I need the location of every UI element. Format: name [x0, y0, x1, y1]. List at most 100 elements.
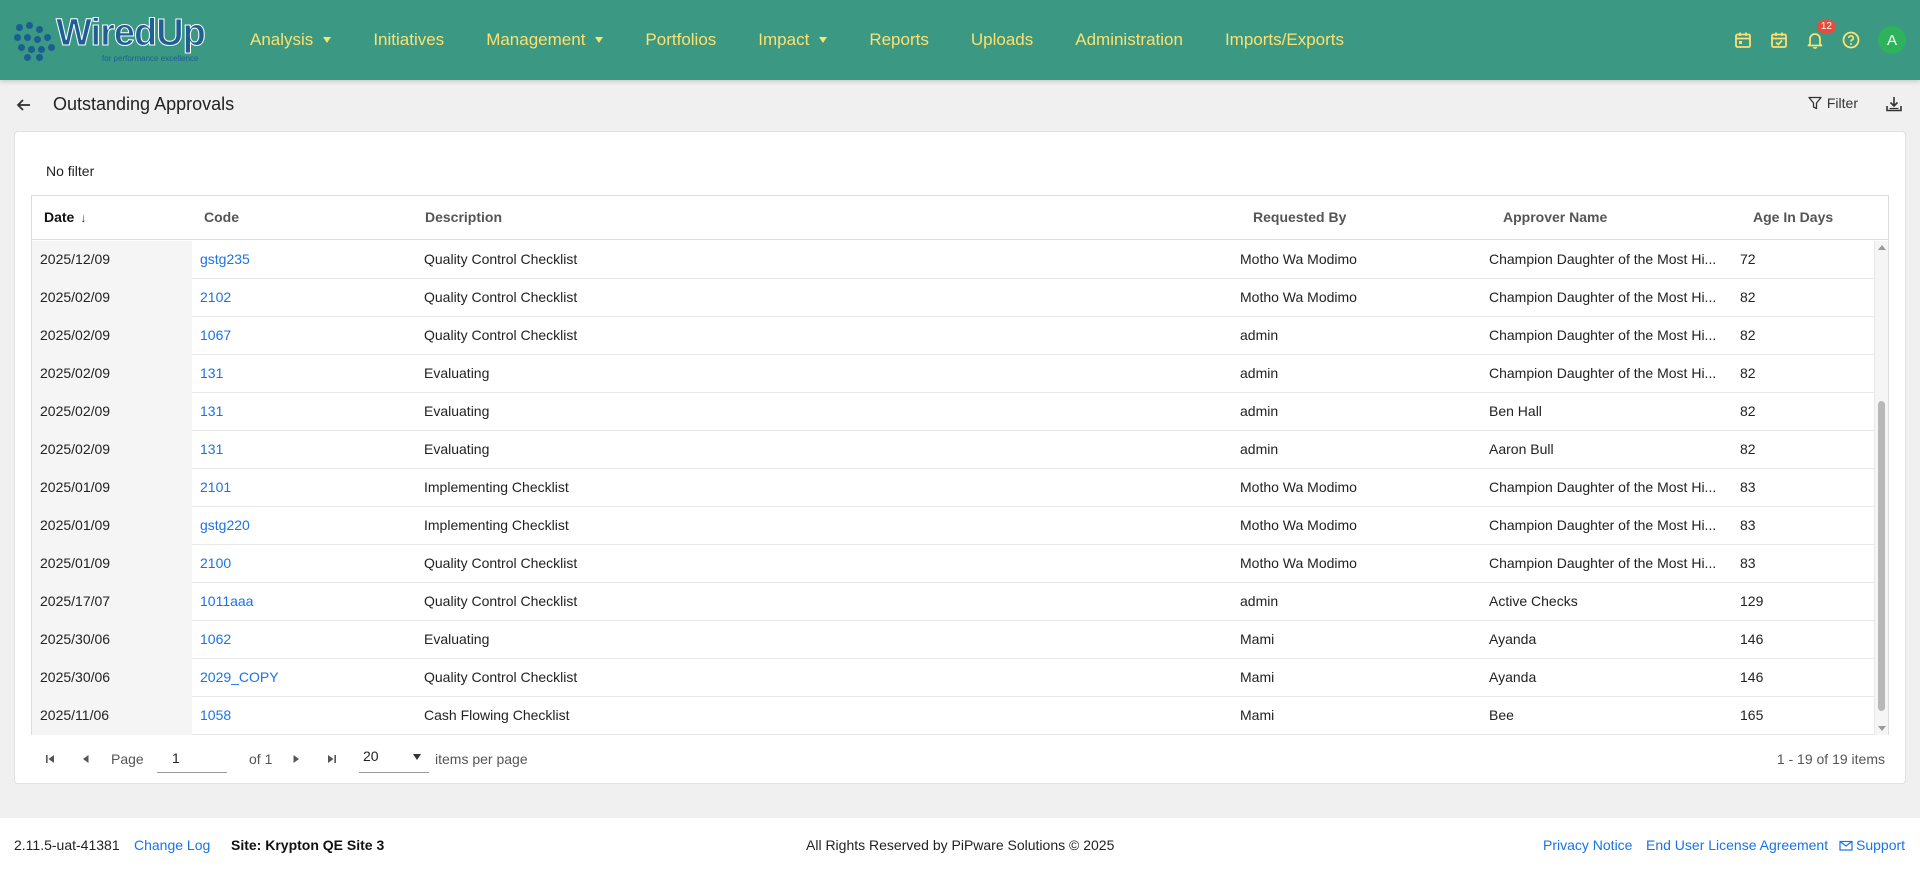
code-link[interactable]: 131 — [200, 393, 400, 431]
table-row[interactable]: 2025/17/07 1011aaa Quality Control Checkli… — [32, 583, 1874, 621]
code-link[interactable]: 2101 — [200, 469, 400, 507]
app-logo[interactable]: WiredUp for performance excellence — [12, 12, 217, 66]
column-header-requested-by[interactable]: Requested By — [1253, 209, 1346, 225]
date-cell: 2025/01/09 — [32, 507, 192, 545]
calendar-check-icon[interactable] — [1768, 29, 1790, 51]
table-row[interactable]: 2025/02/09 131 Evaluating admin Ben Hall 82 — [32, 393, 1874, 431]
grid-pager: Page of 1 20 items per page 1 - 19 of 19… — [31, 735, 1889, 785]
help-icon[interactable] — [1840, 29, 1862, 51]
filter-status-text: No filter — [46, 163, 95, 179]
app-version: 2.11.5-uat-41381 — [14, 837, 120, 853]
support-link-label: Support — [1856, 837, 1906, 853]
column-header-code[interactable]: Code — [204, 209, 239, 225]
caret-down-icon — [413, 754, 421, 760]
table-row[interactable]: 2025/30/06 2029_COPY Quality Control Check… — [32, 659, 1874, 697]
approver-name-cell: Champion Daughter of the Most Hi... — [1489, 365, 1717, 381]
table-row[interactable]: 2025/30/06 1062 Evaluating Mami Ayanda 146 — [32, 621, 1874, 659]
filter-button[interactable]: Filter — [1807, 95, 1858, 111]
column-header-date[interactable]: Date ↓ — [44, 209, 86, 225]
column-header-approver-name[interactable]: Approver Name — [1503, 209, 1607, 225]
last-page-icon[interactable] — [325, 752, 339, 766]
table-row[interactable]: 2025/01/09 gstg220 Implementing Checklist M… — [32, 507, 1874, 545]
scroll-down-arrow-icon[interactable] — [1878, 726, 1886, 731]
approvals-grid: Date ↓ Code Description Requested By Appr… — [31, 195, 1889, 735]
table-row[interactable]: 2025/02/09 131 Evaluating admin Aaron Bull 82 — [32, 431, 1874, 469]
logo-text: WiredUp — [56, 12, 207, 55]
page-number-input[interactable] — [157, 743, 227, 773]
table-row[interactable]: 2025/11/06 1058 Cash Flowing Checklist Mami… — [32, 697, 1874, 735]
date-cell: 2025/02/09 — [32, 317, 192, 355]
grid-vertical-scrollbar[interactable] — [1874, 241, 1888, 735]
nav-item-uploads[interactable]: Uploads — [971, 30, 1033, 50]
previous-page-icon[interactable] — [79, 752, 93, 766]
requested-by-cell: Motho Wa Modimo — [1240, 251, 1357, 267]
approver-name-cell: Champion Daughter of the Most Hi... — [1489, 479, 1717, 495]
privacy-notice-link[interactable]: Privacy Notice — [1543, 837, 1632, 853]
description-cell: Cash Flowing Checklist — [424, 707, 570, 723]
export-download-icon[interactable] — [1884, 94, 1904, 114]
change-log-link[interactable]: Change Log — [134, 837, 210, 853]
code-link[interactable]: 1058 — [200, 697, 400, 735]
code-link[interactable]: gstg235 — [200, 241, 400, 279]
code-link[interactable]: 1062 — [200, 621, 400, 659]
age-in-days-cell: 129 — [1740, 593, 1764, 609]
column-header-age-in-days[interactable]: Age In Days — [1753, 209, 1833, 225]
date-cell: 2025/02/09 — [32, 393, 192, 431]
main-nav: Analysis Initiatives Management Portfoli… — [250, 0, 1386, 80]
code-link[interactable]: 2102 — [200, 279, 400, 317]
age-in-days-cell: 82 — [1740, 441, 1756, 457]
table-row[interactable]: 2025/01/09 2100 Quality Control Checklist M… — [32, 545, 1874, 583]
site-name: Site: Krypton QE Site 3 — [231, 837, 385, 853]
user-avatar[interactable]: A — [1878, 26, 1906, 54]
nav-item-imports-exports[interactable]: Imports/Exports — [1225, 30, 1344, 50]
support-link[interactable]: Support — [1839, 837, 1905, 853]
approver-name-cell: Champion Daughter of the Most Hi... — [1489, 289, 1717, 305]
column-header-description[interactable]: Description — [425, 209, 502, 225]
first-page-icon[interactable] — [43, 752, 57, 766]
description-cell: Evaluating — [424, 365, 490, 381]
code-link[interactable]: 2100 — [200, 545, 400, 583]
description-cell: Implementing Checklist — [424, 479, 569, 495]
code-link[interactable]: 2029_COPY — [200, 659, 400, 697]
table-row[interactable]: 2025/02/09 2102 Quality Control Checklist M… — [32, 279, 1874, 317]
code-link[interactable]: 131 — [200, 431, 400, 469]
nav-item-analysis[interactable]: Analysis — [250, 30, 332, 50]
code-link[interactable]: 131 — [200, 355, 400, 393]
page-size-select[interactable]: 20 — [359, 743, 429, 773]
description-cell: Quality Control Checklist — [424, 593, 578, 609]
back-arrow-icon[interactable] — [14, 95, 34, 115]
age-in-days-cell: 83 — [1740, 555, 1756, 571]
support-mail-icon — [1839, 840, 1853, 851]
description-cell: Implementing Checklist — [424, 517, 569, 533]
caret-down-icon — [323, 37, 332, 43]
top-icons: 12 A — [1718, 20, 1906, 56]
approver-name-cell: Champion Daughter of the Most Hi... — [1489, 251, 1717, 267]
nav-item-initiatives[interactable]: Initiatives — [373, 30, 444, 50]
nav-item-management[interactable]: Management — [486, 30, 604, 50]
calendar-icon[interactable] — [1732, 29, 1754, 51]
table-row[interactable]: 2025/01/09 2101 Implementing Checklist Moth… — [32, 469, 1874, 507]
nav-item-administration[interactable]: Administration — [1075, 30, 1183, 50]
date-cell: 2025/02/09 — [32, 279, 192, 317]
code-link[interactable]: gstg220 — [200, 507, 400, 545]
requested-by-cell: admin — [1240, 327, 1279, 343]
bell-icon[interactable]: 12 — [1804, 20, 1836, 51]
table-row[interactable]: 2025/02/09 131 Evaluating admin Champion Dau… — [32, 355, 1874, 393]
requested-by-cell: Motho Wa Modimo — [1240, 479, 1357, 495]
table-row[interactable]: 2025/02/09 1067 Quality Control Checklist a… — [32, 317, 1874, 355]
page-label: Page — [111, 751, 144, 767]
description-cell: Evaluating — [424, 441, 490, 457]
page-size-value: 20 — [363, 748, 379, 764]
code-link[interactable]: 1067 — [200, 317, 400, 355]
next-page-icon[interactable] — [289, 752, 303, 766]
scroll-up-arrow-icon[interactable] — [1878, 245, 1886, 250]
table-row[interactable]: 2025/12/09 gstg235 Quality Control Checkli… — [32, 241, 1874, 279]
nav-item-impact[interactable]: Impact — [758, 30, 828, 50]
scrollbar-thumb[interactable] — [1878, 401, 1885, 711]
nav-item-portfolios[interactable]: Portfolios — [645, 30, 716, 50]
nav-item-reports[interactable]: Reports — [869, 30, 929, 50]
code-link[interactable]: 1011aaa — [200, 583, 400, 621]
sort-descending-icon: ↓ — [80, 211, 87, 225]
eula-link[interactable]: End User License Agreement — [1646, 837, 1828, 853]
description-cell: Quality Control Checklist — [424, 555, 578, 571]
